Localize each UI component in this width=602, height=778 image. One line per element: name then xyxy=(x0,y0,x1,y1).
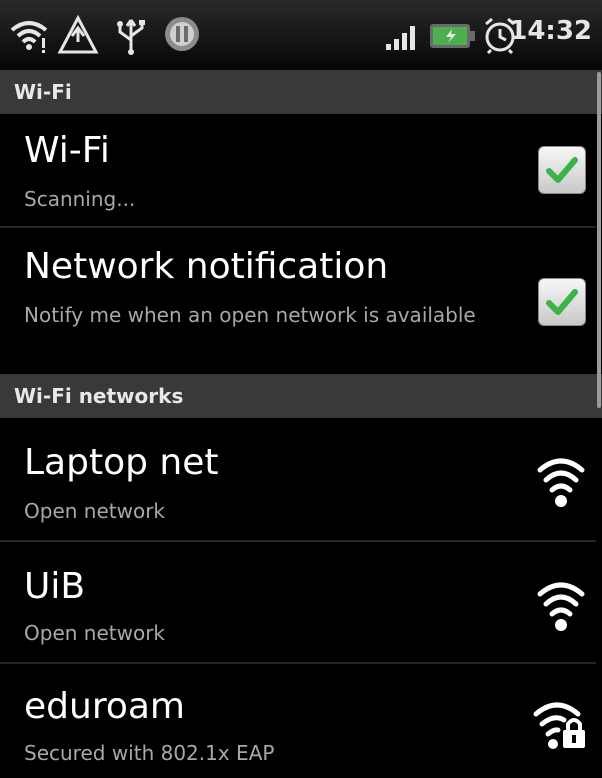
section-header-wifi-networks: Wi-Fi networks xyxy=(0,374,602,418)
battery-icon xyxy=(430,24,475,48)
wifi-locked-icon xyxy=(533,702,585,749)
status-bar: 14:32 xyxy=(0,0,602,70)
wifi-open-icon xyxy=(537,582,585,631)
warning-icon xyxy=(57,14,99,54)
setting-network-notification[interactable]: Network notification Notify me when an o… xyxy=(0,228,602,374)
setting-wifi-toggle[interactable]: Wi-Fi Scanning... xyxy=(0,114,602,226)
network-item-uib[interactable]: UiB Open network xyxy=(0,542,602,662)
network-item-laptop-net[interactable]: Laptop net Open network xyxy=(0,418,602,540)
screen: 14:32 Wi-Fi Wi-Fi Scanning... Network no… xyxy=(0,0,602,778)
network-name: Laptop net xyxy=(24,442,219,483)
scrollbar[interactable] xyxy=(597,72,601,408)
network-item-eduroam[interactable]: eduroam Secured with 802.1x EAP xyxy=(0,664,602,778)
status-clock: 14:32 xyxy=(509,16,592,46)
usb-icon xyxy=(117,19,145,55)
checkmark-icon xyxy=(546,157,578,183)
wifi-checkbox[interactable] xyxy=(538,146,586,194)
setting-wifi-summary: Scanning... xyxy=(24,187,136,211)
network-name: eduroam xyxy=(24,686,185,727)
checkmark-icon xyxy=(546,289,578,315)
network-notification-checkbox[interactable] xyxy=(538,278,586,326)
cell-signal-icon xyxy=(386,26,415,50)
network-security: Open network xyxy=(24,621,165,645)
setting-network-notification-title: Network notification xyxy=(24,246,389,287)
network-security: Open network xyxy=(24,499,165,523)
pause-icon xyxy=(165,17,199,51)
setting-wifi-title: Wi-Fi xyxy=(24,130,110,171)
setting-network-notification-summary: Notify me when an open network is availa… xyxy=(24,303,476,327)
wifi-open-icon xyxy=(537,458,585,507)
wifi-signal-icon xyxy=(10,21,48,53)
section-header-wifi: Wi-Fi xyxy=(0,70,602,114)
network-security: Secured with 802.1x EAP xyxy=(24,741,275,765)
network-name: UiB xyxy=(24,566,86,607)
